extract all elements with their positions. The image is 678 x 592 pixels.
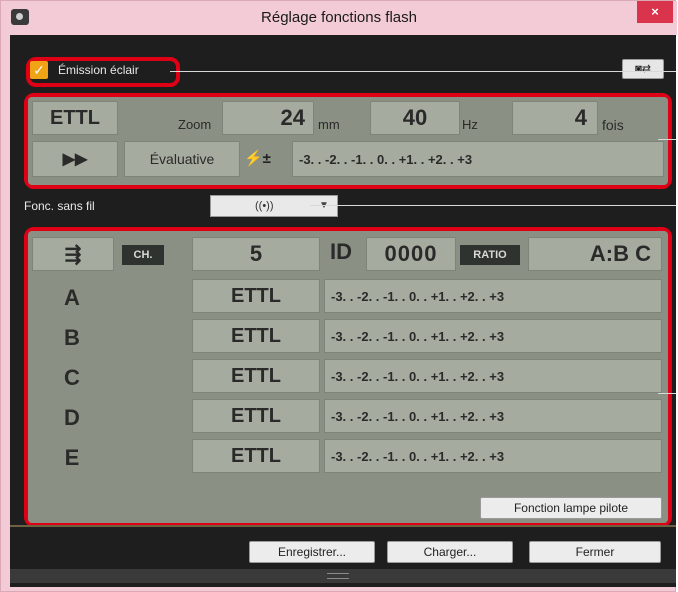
callout-line-flash (658, 139, 676, 140)
flash-mode-cell[interactable]: ETTL (32, 101, 118, 135)
group-scale-c[interactable]: -3. . -2. . -1. . 0. . +1. . +2. . +3 (324, 359, 662, 393)
channel-label: CH. (122, 245, 164, 265)
save-button[interactable]: Enregistrer... (249, 541, 375, 563)
emission-checkbox[interactable]: ✓ (30, 61, 48, 79)
frequency-unit: Hz (462, 117, 478, 132)
close-button[interactable]: Fermer (529, 541, 661, 563)
frequency-value-cell[interactable]: 40 (370, 101, 460, 135)
resize-grip-icon[interactable] (327, 573, 349, 579)
group-mode-d[interactable]: ETTL (192, 399, 320, 433)
group-letter-c: C (64, 365, 80, 390)
zoom-value-cell[interactable]: 24 (222, 101, 314, 135)
flash-exposure-comp-icon: ⚡± (244, 150, 271, 167)
sync-mode-icon[interactable]: ▶▶ (32, 141, 118, 177)
group-scale-b[interactable]: -3. . -2. . -1. . 0. . +1. . +2. . +3 (324, 319, 662, 353)
metering-mode-cell[interactable]: Évaluative (124, 141, 240, 177)
group-mode-a[interactable]: ETTL (192, 279, 320, 313)
wireless-icon: ((•)) (255, 200, 274, 212)
zoom-unit: mm (318, 117, 340, 132)
group-letter-e: E (64, 445, 80, 470)
group-mode-b[interactable]: ETTL (192, 319, 320, 353)
zoom-label: Zoom (178, 117, 212, 132)
camera-settings-button[interactable]: ◙⇄ (622, 59, 664, 79)
modeling-flash-button[interactable]: Fonction lampe pilote (480, 497, 662, 519)
callout-line-emission (170, 71, 676, 72)
id-label: ID (330, 239, 352, 264)
group-mode-c[interactable]: ETTL (192, 359, 320, 393)
group-mode-e[interactable]: ETTL (192, 439, 320, 473)
client-area: ✓ Émission éclair ◙⇄ ETTL Zoom 24 mm 40 … (10, 35, 676, 587)
ratio-value-cell[interactable]: A:B C (528, 237, 662, 271)
group-scale-d[interactable]: -3. . -2. . -1. . 0. . +1. . +2. . +3 (324, 399, 662, 433)
group-letter-b: B (64, 325, 80, 350)
window-title: Réglage fonctions flash (261, 9, 417, 26)
callout-line-wireless-panel (658, 393, 676, 394)
close-window-button[interactable]: × (637, 1, 673, 23)
slave-flash-icon: ⇶ (32, 237, 114, 271)
channel-value-cell[interactable]: 5 (192, 237, 320, 271)
group-scale-a[interactable]: -3. . -2. . -1. . 0. . +1. . +2. . +3 (324, 279, 662, 313)
group-letter-d: D (64, 405, 80, 430)
wireless-function-label: Fonc. sans fil (24, 199, 95, 213)
load-button[interactable]: Charger... (387, 541, 513, 563)
count-unit: fois (602, 117, 624, 133)
separator-line (10, 525, 676, 527)
group-letter-a: A (64, 285, 80, 310)
wireless-function-dropdown[interactable]: ((•)) ▼ (210, 195, 338, 217)
emission-label: Émission éclair (58, 63, 139, 77)
callout-line-wireless-select (310, 205, 676, 206)
ratio-label: RATIO (460, 245, 520, 265)
id-value-cell[interactable]: 0000 (366, 237, 456, 271)
flash-settings-window: Réglage fonctions flash × ✓ Émission écl… (0, 0, 677, 592)
flash-exposure-comp-scale[interactable]: -3. . -2. . -1. . 0. . +1. . +2. . +3 (292, 141, 664, 177)
group-scale-e[interactable]: -3. . -2. . -1. . 0. . +1. . +2. . +3 (324, 439, 662, 473)
wireless-settings-panel: ⇶ CH. 5 ID 0000 RATIO A:B C A ETTL -3. .… (28, 231, 668, 523)
count-value-cell[interactable]: 4 (512, 101, 598, 135)
title-bar: Réglage fonctions flash × (1, 1, 677, 35)
flash-settings-panel: ETTL Zoom 24 mm 40 Hz 4 fois ▶▶ Évaluati… (28, 97, 668, 185)
